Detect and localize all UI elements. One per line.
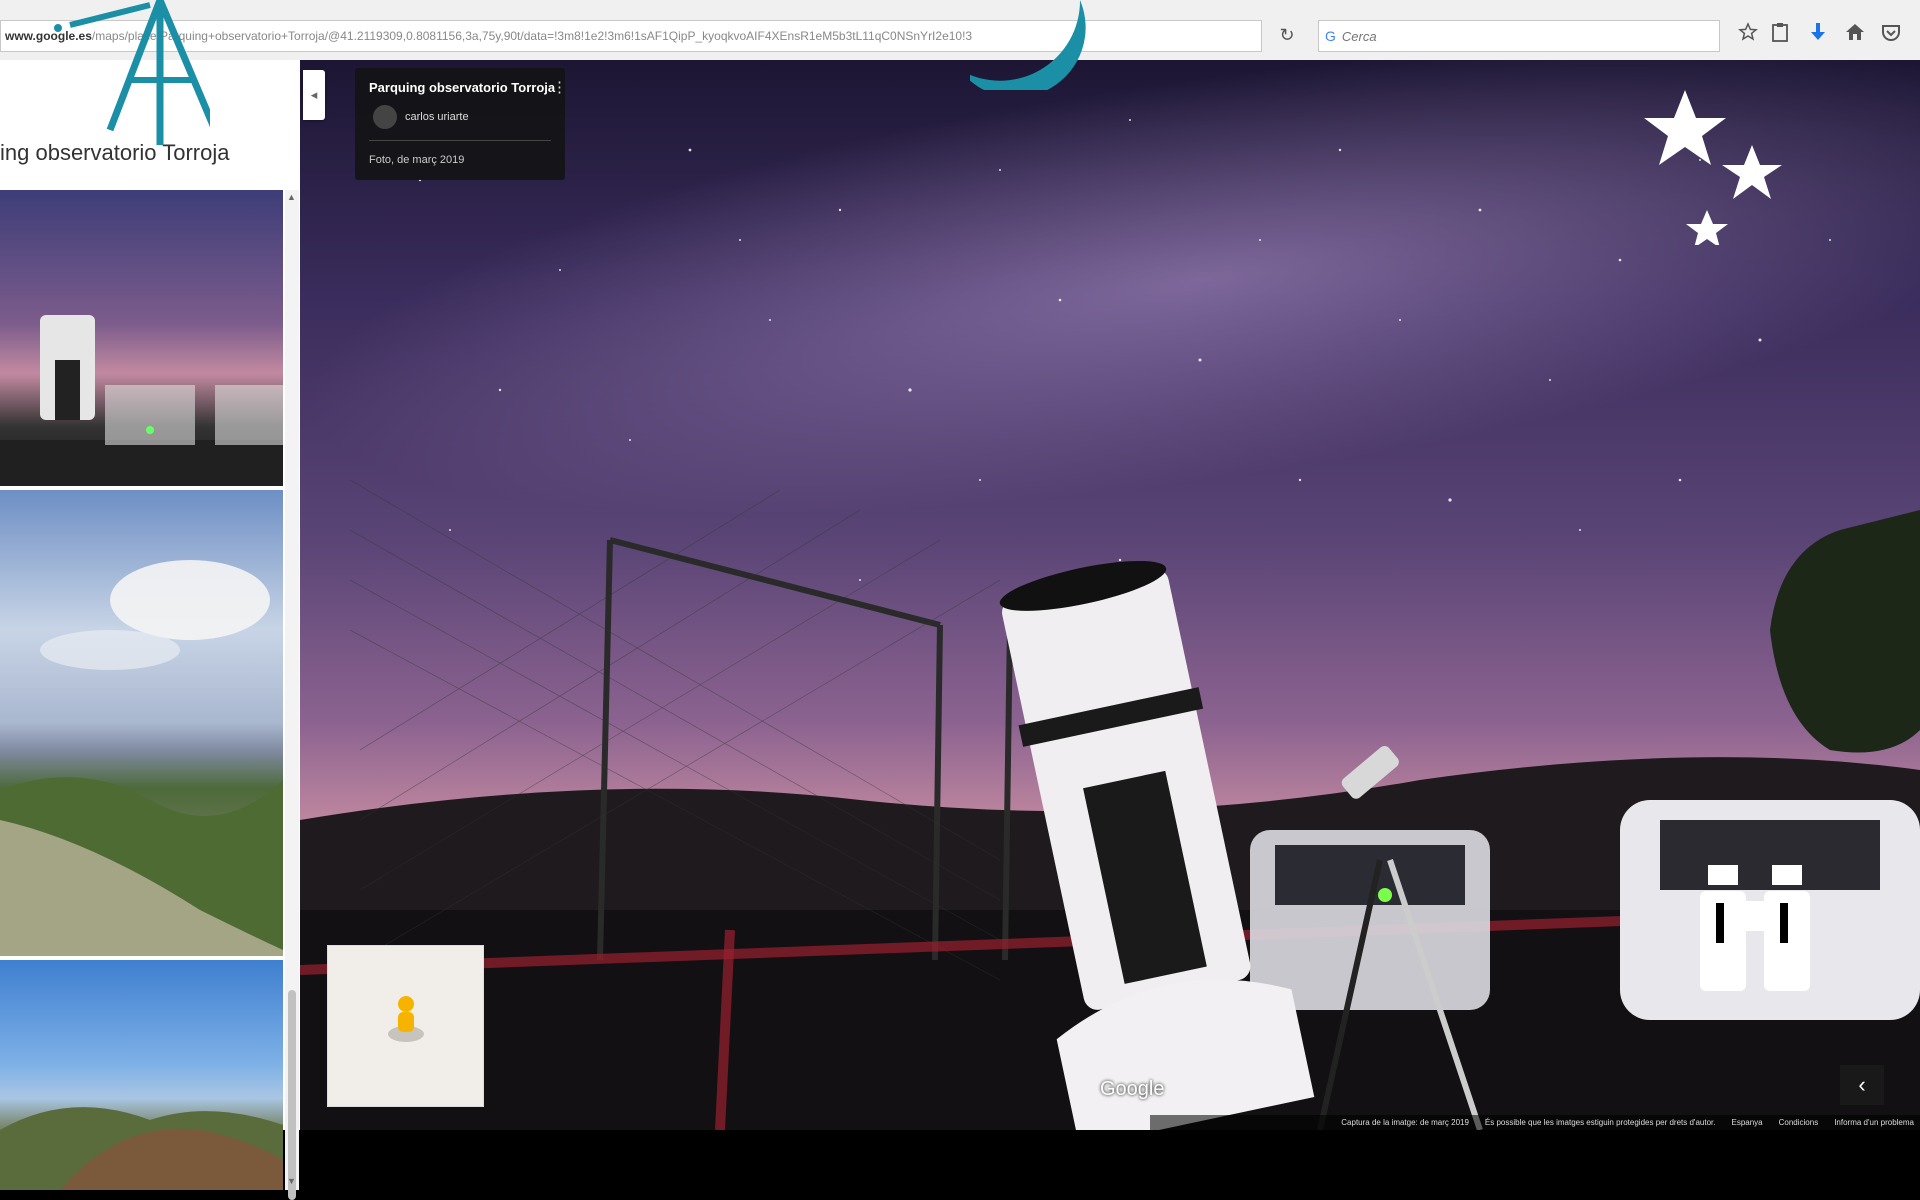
- star-icon[interactable]: [1735, 22, 1761, 48]
- scroll-down-icon[interactable]: ▼: [287, 1176, 296, 1186]
- terms-link[interactable]: Condicions: [1779, 1118, 1819, 1127]
- capture-date: Captura de la imatge: de març 2019: [1341, 1118, 1469, 1127]
- clipboard-icon[interactable]: [1767, 22, 1793, 48]
- thumbnail-mountains[interactable]: [0, 960, 283, 1190]
- previous-photo-button[interactable]: ‹: [1840, 1065, 1884, 1105]
- google-watermark: Google: [1100, 1078, 1165, 1100]
- pocket-icon[interactable]: [1878, 22, 1904, 48]
- collapse-panel-button[interactable]: ◂: [303, 70, 325, 120]
- url-path: /maps/place/Parquing+observatorio+Torroj…: [91, 29, 973, 43]
- info-divider: [369, 140, 551, 141]
- pegman-icon: [388, 996, 424, 1042]
- region-link[interactable]: Espanya: [1731, 1118, 1762, 1127]
- moon-icon: [970, 0, 1086, 90]
- home-icon[interactable]: [1842, 22, 1868, 48]
- side-panel: ing observatorio Torroja ▲ ▼: [0, 60, 300, 1200]
- more-options-icon[interactable]: ⋮: [552, 78, 567, 96]
- search-engine-icon: G: [1325, 28, 1336, 44]
- photo-thumbnails: [0, 190, 283, 1190]
- info-title: Parquing observatorio Torroja: [369, 80, 556, 95]
- photo-date: Foto, de març 2019: [369, 154, 465, 166]
- browser-toolbar: www.google.es /maps/place/Parquing+obser…: [0, 0, 1920, 61]
- author-name[interactable]: carlos uriarte: [405, 111, 469, 123]
- download-icon[interactable]: [1805, 22, 1831, 48]
- stars-icon: [1644, 90, 1782, 245]
- search-box[interactable]: G: [1318, 20, 1720, 52]
- copyright-notice: És possible que les imatges estiguin pro…: [1484, 1118, 1716, 1127]
- minimap[interactable]: [327, 945, 484, 1107]
- photo-viewer[interactable]: Parquing observatorio Torroja ⋮ carlos u…: [300, 60, 1920, 1130]
- scroll-up-icon[interactable]: ▲: [287, 192, 296, 202]
- viewer-footer: Captura de la imatge: de març 2019 És po…: [1150, 1115, 1920, 1130]
- report-problem-link[interactable]: Informa d'un problema: [1834, 1118, 1914, 1127]
- thumbnail-telescope-night[interactable]: [0, 190, 283, 490]
- reload-icon[interactable]: ↻: [1275, 22, 1299, 48]
- scrollbar-thumb[interactable]: [288, 990, 296, 1200]
- thumbnail-landscape-day[interactable]: [0, 490, 283, 960]
- binoculars-icon: [1700, 865, 1810, 991]
- panel-scrollbar[interactable]: ▲ ▼: [285, 190, 299, 1200]
- search-input[interactable]: [1339, 27, 1684, 45]
- author-avatar[interactable]: [373, 105, 397, 129]
- antenna-tower-icon: [54, 0, 210, 145]
- photo-info-card: Parquing observatorio Torroja ⋮ carlos u…: [355, 68, 567, 180]
